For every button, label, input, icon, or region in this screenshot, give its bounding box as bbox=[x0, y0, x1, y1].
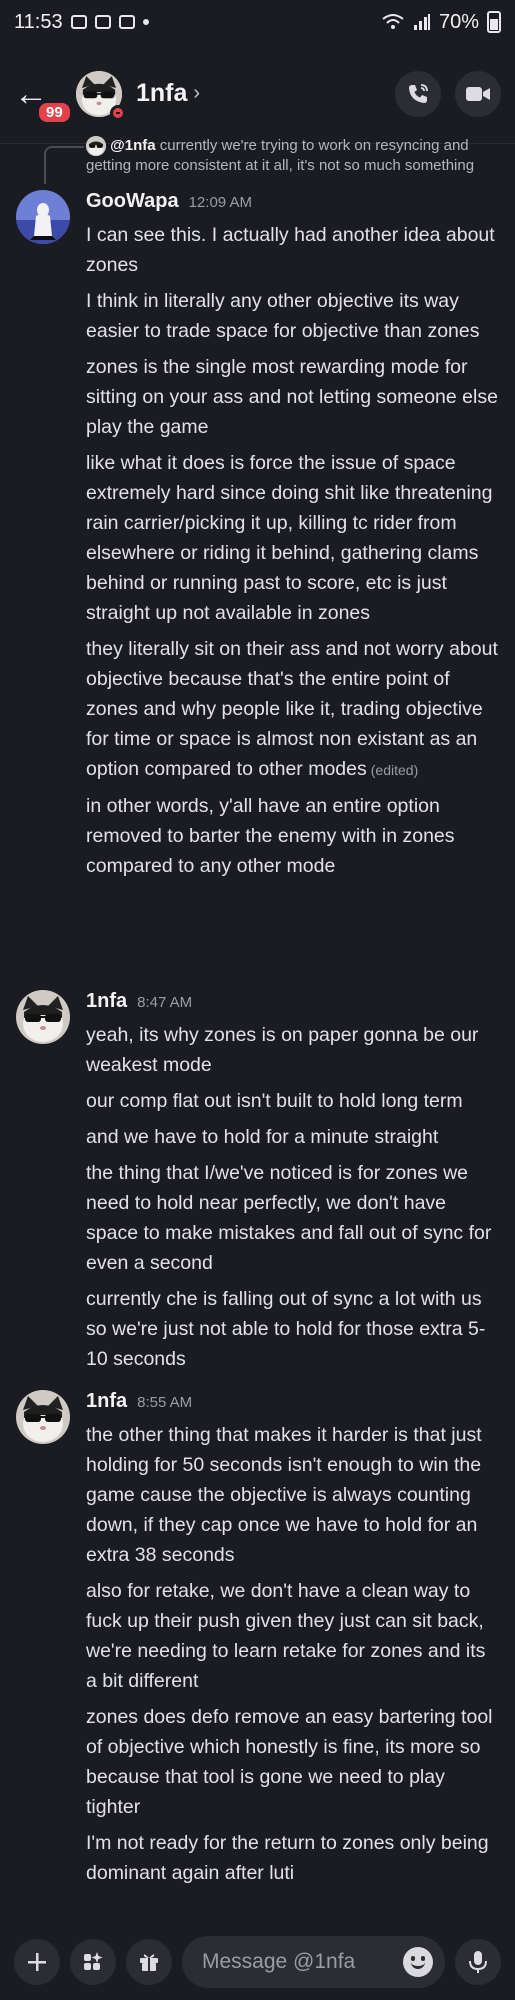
video-camera-icon bbox=[466, 86, 490, 101]
status-bar: 11:53 70% bbox=[0, 0, 515, 44]
author-name[interactable]: 1nfa bbox=[86, 1390, 127, 1413]
cat-avatar-image bbox=[16, 1390, 70, 1444]
message-text[interactable]: the thing that I/we've noticed is for zo… bbox=[86, 1158, 501, 1278]
goowapa-avatar-image bbox=[16, 190, 70, 244]
message-header: 1nfa 8:55 AM bbox=[86, 1390, 501, 1420]
phone-call-icon bbox=[409, 83, 428, 103]
apps-icon bbox=[84, 1952, 103, 1970]
chat-header: ← 99 1nfa › bbox=[0, 44, 515, 144]
battery-icon bbox=[487, 11, 501, 33]
message-text[interactable]: our comp flat out isn't built to hold lo… bbox=[86, 1086, 501, 1116]
edited-label: (edited) bbox=[370, 762, 419, 778]
message-text[interactable]: currently che is falling out of sync a l… bbox=[86, 1284, 501, 1374]
message-input-bar: Message @1nfa bbox=[0, 1924, 515, 2000]
header-avatar[interactable] bbox=[76, 70, 126, 121]
message-text[interactable]: and we have to hold for a minute straigh… bbox=[86, 1122, 501, 1152]
message-input-placeholder: Message @1nfa bbox=[202, 1950, 356, 1973]
message-text[interactable]: yeah, its why zones is on paper gonna be… bbox=[86, 1020, 501, 1080]
header-actions bbox=[395, 70, 501, 117]
apps-button[interactable] bbox=[70, 1939, 116, 1985]
battery-percent: 70% bbox=[438, 10, 479, 33]
status-time: 11:53 bbox=[14, 10, 63, 33]
signal-icon bbox=[413, 14, 430, 30]
status-left: 11:53 bbox=[14, 11, 149, 34]
message-text[interactable]: I think in literally any other objective… bbox=[86, 286, 501, 346]
discord-icon-2 bbox=[118, 15, 135, 29]
message-text[interactable]: I'm not ready for the return to zones on… bbox=[86, 1828, 501, 1888]
message-text[interactable]: also for retake, we don't have a clean w… bbox=[86, 1576, 501, 1696]
cat-avatar-image bbox=[16, 990, 70, 1044]
reply-mention: @1nfa bbox=[110, 137, 156, 154]
reply-avatar bbox=[86, 136, 106, 157]
avatar[interactable] bbox=[16, 190, 70, 249]
message-timestamp: 8:55 AM bbox=[137, 1394, 193, 1411]
message-header: 1nfa 8:47 AM bbox=[86, 990, 501, 1020]
message-text-edited[interactable]: they literally sit on their ass and not … bbox=[86, 634, 501, 785]
message-timestamp: 12:09 AM bbox=[188, 194, 252, 211]
message-body: 1nfa 8:47 AM yeah, its why zones is on p… bbox=[86, 990, 501, 1380]
author-name[interactable]: GooWapa bbox=[86, 190, 179, 213]
avatar[interactable] bbox=[16, 990, 70, 1049]
message-timestamp: 8:47 AM bbox=[137, 994, 193, 1011]
emoji-icon[interactable] bbox=[403, 1947, 433, 1977]
add-attachment-button[interactable] bbox=[14, 1939, 60, 1985]
plus-icon bbox=[28, 1953, 46, 1971]
cat-avatar-image bbox=[86, 136, 106, 157]
microphone-icon bbox=[469, 1951, 487, 1973]
voice-call-button[interactable] bbox=[395, 70, 441, 117]
message-text[interactable]: zones does defo remove an easy bartering… bbox=[86, 1702, 501, 1822]
voice-message-button[interactable] bbox=[455, 1939, 501, 1985]
discord-icon bbox=[94, 15, 111, 29]
gift-icon bbox=[140, 1954, 158, 1971]
message-input[interactable]: Message @1nfa bbox=[182, 1936, 445, 1988]
message-text[interactable]: like what it does is force the issue of … bbox=[86, 448, 501, 628]
reply-spine bbox=[44, 146, 84, 184]
message-header: GooWapa 12:09 AM bbox=[86, 190, 501, 220]
gift-button[interactable] bbox=[126, 1939, 172, 1985]
author-name[interactable]: 1nfa bbox=[86, 990, 127, 1013]
message-text[interactable]: zones is the single most rewarding mode … bbox=[86, 352, 501, 442]
status-right: 70% bbox=[381, 11, 501, 34]
back-button[interactable]: ← 99 bbox=[14, 64, 73, 125]
do-not-disturb-status-icon bbox=[110, 104, 126, 121]
message-text[interactable]: I can see this. I actually had another i… bbox=[86, 220, 501, 280]
message-text: they literally sit on their ass and not … bbox=[86, 638, 498, 780]
message-body: GooWapa 12:09 AM I can see this. I actua… bbox=[86, 190, 501, 887]
reply-preview[interactable]: @1nfa currently we're trying to work on … bbox=[44, 136, 504, 184]
wifi-icon bbox=[382, 14, 404, 29]
message-text[interactable]: in other words, y'all have an entire opt… bbox=[86, 791, 501, 881]
channel-title[interactable]: 1nfa bbox=[136, 79, 187, 108]
message-body: 1nfa 8:55 AM the other thing that makes … bbox=[86, 1390, 501, 1894]
chevron-right-icon[interactable]: › bbox=[193, 82, 200, 105]
avatar[interactable] bbox=[16, 1390, 70, 1449]
unread-badge: 99 bbox=[36, 99, 73, 125]
message-text[interactable]: the other thing that makes it harder is … bbox=[86, 1420, 501, 1570]
reply-content: @1nfa currently we're trying to work on … bbox=[86, 136, 504, 176]
notification-dot-icon bbox=[142, 19, 149, 25]
video-call-button[interactable] bbox=[455, 70, 501, 117]
gallery-icon bbox=[70, 15, 87, 29]
